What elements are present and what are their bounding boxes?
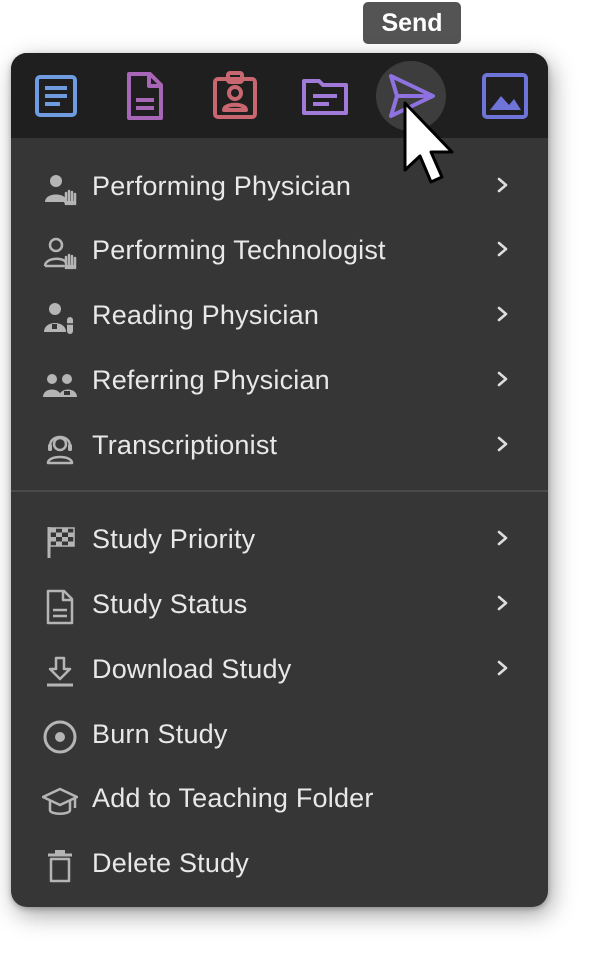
menu-item-label: Delete Study [92, 848, 249, 878]
menu-item-label: Performing Physician [92, 171, 352, 201]
menu-item-performing-technologist[interactable]: Performing Technologist [11, 221, 548, 277]
menu-item-label: Referring Physician [92, 365, 330, 395]
folder-button[interactable] [290, 63, 360, 129]
id-badge-button[interactable] [200, 63, 270, 129]
menu-item-referring-physician[interactable]: Referring Physician [11, 351, 548, 407]
referring-physician-icon [40, 363, 80, 403]
tooltip-text: Send [381, 8, 443, 37]
menu-item-label: Transcriptionist [92, 430, 278, 460]
document-icon [40, 587, 80, 627]
image-icon [482, 73, 528, 119]
disc-icon [40, 717, 80, 757]
menu-item-reading-physician[interactable]: Reading Physician [11, 286, 548, 342]
chevron-right-icon [497, 530, 508, 546]
chevron-right-icon [497, 660, 508, 676]
toolbar [11, 53, 548, 138]
text-document-button[interactable] [21, 63, 91, 129]
chevron-right-icon [497, 241, 508, 257]
menu-item-label: Burn Study [92, 719, 228, 749]
reading-physician-icon [40, 298, 80, 338]
report-document-icon [127, 72, 163, 120]
checkered-flag-icon [40, 522, 80, 562]
report-document-button[interactable] [110, 63, 180, 129]
download-icon [40, 652, 80, 692]
image-button[interactable] [470, 63, 540, 129]
menu-item-label: Study Priority [92, 524, 256, 554]
chevron-right-icon [497, 371, 508, 387]
menu-item-label: Study Status [92, 589, 248, 619]
menu-item-transcriptionist[interactable]: Transcriptionist [11, 416, 548, 472]
menu-item-delete-study[interactable]: Delete Study [11, 834, 548, 890]
menu-item-label: Performing Technologist [92, 235, 386, 265]
chevron-right-icon [497, 436, 508, 452]
send-tooltip: Send [363, 2, 461, 44]
menu-item-label: Download Study [92, 654, 292, 684]
menu-item-study-priority[interactable]: Study Priority [11, 510, 548, 566]
menu-item-label: Reading Physician [92, 300, 320, 330]
menu-item-download-study[interactable]: Download Study [11, 640, 548, 696]
graduation-cap-icon [40, 781, 80, 821]
performing-physician-icon [40, 169, 80, 209]
mouse-pointer-icon [403, 101, 454, 184]
context-menu: Performing Physician Performing Technolo… [11, 53, 548, 907]
menu-item-add-to-teaching-folder[interactable]: Add to Teaching Folder [11, 769, 548, 825]
menu-item-burn-study[interactable]: Burn Study [11, 705, 548, 761]
performing-technologist-icon [40, 233, 80, 273]
menu-item-label: Add to Teaching Folder [92, 783, 374, 813]
chevron-right-icon [497, 306, 508, 322]
trash-icon [40, 846, 80, 886]
id-badge-icon [213, 71, 257, 119]
chevron-right-icon [497, 177, 508, 193]
menu-item-study-status[interactable]: Study Status [11, 575, 548, 631]
folder-icon [302, 79, 348, 115]
text-document-icon [35, 75, 77, 117]
transcriptionist-icon [40, 428, 80, 468]
menu-item-performing-physician[interactable]: Performing Physician [11, 157, 548, 213]
menu-divider [11, 490, 548, 492]
chevron-right-icon [497, 595, 508, 611]
